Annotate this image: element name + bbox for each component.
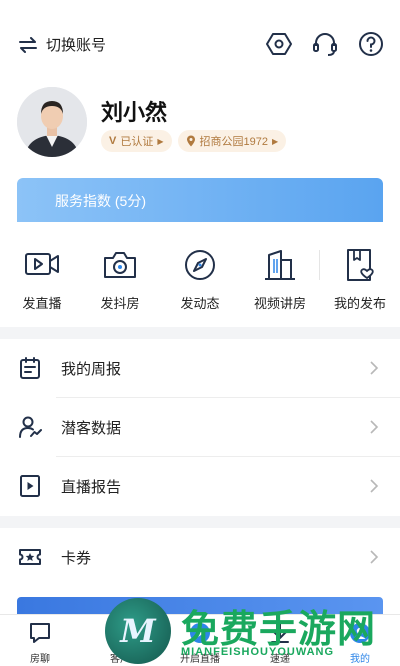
camera-icon <box>104 252 136 278</box>
location-label: 招商公园1972 <box>199 136 268 148</box>
menu-item-label: 潜客数据 <box>61 419 122 437</box>
live-video-icon <box>25 253 59 275</box>
location-pin-icon <box>186 135 195 147</box>
tab-chat[interactable]: 房聊 <box>7 621 73 665</box>
tab-label: 房聊 <box>30 654 50 665</box>
switch-account-label: 切换账号 <box>46 37 107 54</box>
quick-action-label: 发抖房 <box>100 296 140 311</box>
quick-action-label: 我的发布 <box>333 296 386 311</box>
top-bar: 切换账号 <box>0 0 400 90</box>
coupon-star-icon <box>19 549 41 565</box>
quick-action-post[interactable]: 发动态 <box>165 246 235 312</box>
switch-account-button[interactable]: 切换账号 <box>18 34 106 55</box>
help-icon[interactable] <box>358 31 384 57</box>
quick-action-label: 视频讲房 <box>253 296 306 311</box>
avatar[interactable] <box>17 87 87 157</box>
watermark: M 免费手游网 MIANFEISHOUYOUWANG <box>105 598 400 666</box>
quick-action-video-tour[interactable]: 视频讲房 <box>245 246 315 312</box>
menu-item-label: 我的周报 <box>61 360 122 378</box>
location-badge[interactable]: 招商公园1972 ▶ <box>177 130 287 152</box>
service-index-label: 服务指数 (5分) <box>55 193 146 209</box>
menu-item-potential-customers[interactable]: 潜客数据 <box>0 398 400 456</box>
chevron-right-icon <box>370 420 379 434</box>
switch-arrows-icon <box>19 36 37 53</box>
publish-book-icon <box>347 249 374 281</box>
settings-hexagon-icon[interactable] <box>266 31 292 57</box>
divider <box>319 250 320 280</box>
building-icon <box>265 250 295 280</box>
arrow-right-icon: ▶ <box>271 136 279 146</box>
verified-badge[interactable]: V 已认证 ▶ <box>101 130 172 152</box>
watermark-title: 免费手游网 <box>181 609 377 651</box>
user-trend-icon <box>19 416 42 438</box>
watermark-logo: M <box>105 598 171 664</box>
customer-service-headset-icon[interactable] <box>312 31 338 57</box>
quick-action-label: 发直播 <box>22 296 62 311</box>
chevron-right-icon <box>370 479 379 493</box>
menu-item-weekly-report[interactable]: 我的周报 <box>0 339 400 397</box>
watermark-logo-letter: M <box>120 612 156 650</box>
compass-icon <box>185 250 215 280</box>
section-gap <box>0 327 400 339</box>
chevron-right-icon <box>370 361 379 375</box>
quick-action-my-posts[interactable]: 我的发布 <box>325 246 395 312</box>
section-gap <box>0 516 400 528</box>
calendar-icon <box>20 357 40 379</box>
quick-actions: 发直播 发抖房 发动态 视频讲房 我的发布 <box>0 222 400 327</box>
verified-v-icon: V <box>109 135 117 147</box>
chevron-right-icon <box>370 550 379 564</box>
watermark-subtitle: MIANFEISHOUYOUWANG <box>181 646 335 658</box>
quick-action-label: 发动态 <box>180 296 220 311</box>
arrow-right-icon: ▶ <box>157 136 164 146</box>
user-name: 刘小然 <box>101 100 168 125</box>
profile-section: 刘小然 V 已认证 ▶ 招商公园1972 ▶ <box>17 87 387 162</box>
chat-icon <box>30 623 50 643</box>
verified-label: 已认证 <box>120 136 154 148</box>
menu-item-live-report[interactable]: 直播报告 <box>0 457 400 515</box>
play-report-icon <box>20 475 40 497</box>
menu-item-coupons[interactable]: 卡券 <box>0 528 400 586</box>
service-index-card[interactable]: 服务指数 (5分) <box>17 178 383 222</box>
quick-action-house-video[interactable]: 发抖房 <box>85 246 155 312</box>
quick-action-live[interactable]: 发直播 <box>7 246 77 312</box>
menu-item-label: 直播报告 <box>61 478 122 496</box>
menu-item-label: 卡券 <box>61 549 92 567</box>
